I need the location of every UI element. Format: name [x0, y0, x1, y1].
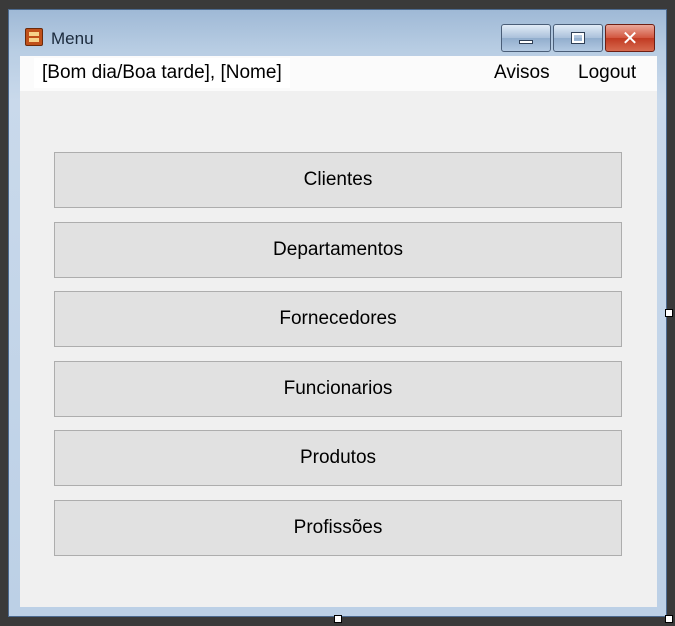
menu-strip: [Bom dia/Boa tarde], [Nome] Avisos Logou… [20, 56, 657, 91]
resize-handle-bottom[interactable] [334, 615, 342, 623]
fornecedores-button[interactable]: Fornecedores [54, 291, 622, 347]
resize-handle-right[interactable] [665, 309, 673, 317]
greeting-label: [Bom dia/Boa tarde], [Nome] [34, 58, 290, 88]
window-title: Menu [51, 29, 94, 48]
menu-item-logout[interactable]: Logout [578, 58, 636, 88]
produtos-button[interactable]: Produtos [54, 430, 622, 486]
close-icon: ✕ [621, 26, 639, 50]
departamentos-button[interactable]: Departamentos [54, 222, 622, 278]
title-bar[interactable]: Menu ✕ [9, 10, 666, 56]
minimize-button[interactable] [501, 24, 551, 52]
maximize-icon [571, 32, 585, 44]
resize-handle-corner[interactable] [665, 615, 673, 623]
clientes-button[interactable]: Clientes [54, 152, 622, 208]
maximize-button[interactable] [553, 24, 603, 52]
close-button[interactable]: ✕ [605, 24, 655, 52]
menu-item-avisos[interactable]: Avisos [494, 58, 550, 88]
menu-window: Menu ✕ [Bom dia/Boa tarde], [Nome] Aviso… [8, 9, 667, 617]
funcionarios-button[interactable]: Funcionarios [54, 361, 622, 417]
minimize-icon [519, 40, 533, 44]
profissoes-button[interactable]: Profissões [54, 500, 622, 556]
app-icon [25, 28, 43, 46]
form-client-area: [Bom dia/Boa tarde], [Nome] Avisos Logou… [20, 56, 657, 607]
